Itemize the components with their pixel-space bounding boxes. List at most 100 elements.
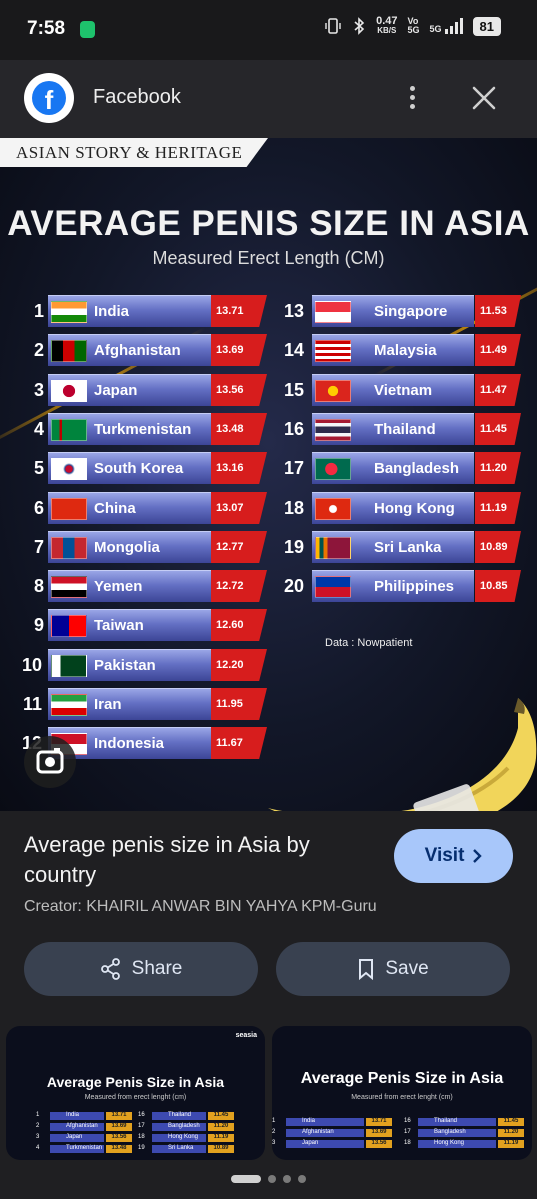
thumb-value: 13.71 <box>106 1112 132 1120</box>
chart-bar: Mongolia <box>48 531 211 563</box>
bluetooth-icon <box>354 17 365 35</box>
thumb-rank: 18 <box>404 1140 411 1146</box>
chart-category-label: Malaysia <box>374 342 437 359</box>
chart-bar: Malaysia <box>312 334 474 366</box>
chart-bar: Iran <box>48 688 211 720</box>
thumb-country: Bangladesh <box>418 1129 496 1137</box>
chart-category-label: Iran <box>94 696 122 713</box>
more-options-icon[interactable] <box>402 82 422 116</box>
chart-category-label: Turkmenistan <box>94 421 192 438</box>
country-flag <box>315 301 351 323</box>
thumb-country: Japan <box>286 1140 364 1148</box>
chart-value-label: 11.45 <box>475 413 521 445</box>
country-flag <box>51 655 87 677</box>
thumb-subtitle: Measured from erect lenght (cm) <box>84 1094 187 1101</box>
chart-subtitle: Measured Erect Length (CM) <box>152 248 385 268</box>
google-lens-button[interactable] <box>24 736 76 788</box>
chart-value-label: 11.95 <box>211 688 267 720</box>
chart-category-label: Afghanistan <box>94 342 181 359</box>
result-title[interactable]: Average penis size in Asia by country <box>24 830 384 890</box>
thumb-rank: 16 <box>404 1118 411 1124</box>
chart-category-label: Taiwan <box>94 617 144 634</box>
close-icon[interactable] <box>470 84 498 112</box>
thumb-value: 10.89 <box>208 1145 234 1153</box>
chart-category-label: Yemen <box>94 578 143 595</box>
thumb-value: 13.71 <box>366 1118 392 1126</box>
chart-category-label: Vietnam <box>374 382 433 399</box>
thumb-rank: 19 <box>138 1145 145 1151</box>
thumb-row: 1 India 13.71 <box>272 1118 396 1126</box>
chart-category-label: India <box>94 303 130 320</box>
thumb-logo: seasia <box>235 1032 257 1039</box>
thumb-row: 16 Thailand 11.45 <box>404 1118 528 1126</box>
page-dot <box>283 1175 291 1183</box>
country-flag <box>51 537 87 559</box>
chart-category-label: China <box>94 500 136 517</box>
result-image[interactable]: ASIAN STORY & HERITAGE AVERAGE PENIS SIZ… <box>0 138 537 811</box>
chart-bar: Pakistan <box>48 649 211 681</box>
chart-bar: Singapore <box>312 295 474 327</box>
chart-category-label: Japan <box>94 382 138 399</box>
chart-rank-label: 1 <box>33 301 44 321</box>
thumb-rank: 2 <box>272 1129 276 1135</box>
lens-icon <box>36 748 64 774</box>
chart-category-label: Indonesia <box>94 735 165 752</box>
chart-rank-label: 17 <box>283 458 304 478</box>
thumb-value: 11.20 <box>498 1129 524 1137</box>
chart-rank-label: 5 <box>33 458 44 478</box>
save-label: Save <box>385 958 429 979</box>
speed-value: 0.47 <box>376 15 398 27</box>
thumb-value: 13.56 <box>366 1140 392 1148</box>
country-flag <box>315 498 351 520</box>
status-icons: 0.47 KB/S Vo 5G 5G 81 <box>324 16 501 36</box>
country-flag <box>315 576 351 598</box>
thumb-country: Sri Lanka <box>152 1145 206 1153</box>
network-type: 5G <box>429 24 442 34</box>
thumb-country: Afghanistan <box>286 1129 364 1137</box>
country-flag <box>315 537 351 559</box>
chart-value-label: 12.72 <box>211 570 267 602</box>
save-button[interactable]: Save <box>276 942 510 996</box>
chart-category-label: South Korea <box>94 460 184 477</box>
chart-value-label: 13.48 <box>211 413 267 445</box>
chart-bar: Philippines <box>312 570 474 602</box>
thumb-country: Afghanistan <box>50 1123 104 1131</box>
thumb-value: 11.45 <box>498 1118 524 1126</box>
chart-title: AVERAGE PENIS SIZE IN ASIA <box>7 204 530 243</box>
chart-rank-label: 6 <box>33 498 44 518</box>
thumb-value: 11.19 <box>498 1140 524 1148</box>
visit-button[interactable]: Visit <box>394 829 513 883</box>
chart-rank-label: 7 <box>33 537 44 557</box>
status-bar: 7:58 0.47 KB/S Vo 5G 5G 81 <box>0 0 537 60</box>
thumb-value: 13.69 <box>366 1129 392 1137</box>
battery-level: 81 <box>472 16 501 36</box>
thumb-country: Thailand <box>152 1112 206 1120</box>
share-icon <box>100 958 120 980</box>
chart-rank-label: 2 <box>33 340 44 360</box>
chart-bar: Hong Kong <box>312 492 474 524</box>
thumb-value: 11.45 <box>208 1112 234 1120</box>
chart-rank-label: 11 <box>22 694 42 714</box>
thumb-country: Hong Kong <box>152 1134 206 1142</box>
brand-banner: ASIAN STORY & HERITAGE <box>0 138 268 167</box>
chart-value-label: 12.20 <box>211 649 267 681</box>
chart-value-label: 13.56 <box>211 374 267 406</box>
thumb-country: Japan <box>50 1134 104 1142</box>
thumb-country: India <box>286 1118 364 1126</box>
thumb-rank: 4 <box>36 1145 40 1151</box>
page-dot <box>268 1175 276 1183</box>
country-flag <box>51 576 87 598</box>
page-dot <box>298 1175 306 1183</box>
thumb-row: 4 Turkmenistan 13.48 <box>36 1145 136 1153</box>
country-flag <box>315 458 351 480</box>
network-speed: 0.47 KB/S <box>376 16 397 36</box>
chart-bar: Taiwan <box>48 609 211 641</box>
chart-value-label: 13.16 <box>211 452 267 484</box>
chart-rank-label: 20 <box>283 576 304 596</box>
thumb-title: Average Penis Size in Asia <box>46 1074 225 1090</box>
related-image-1[interactable]: seasia Average Penis Size in Asia Measur… <box>6 1026 265 1160</box>
related-image-2[interactable]: Average Penis Size in Asia Measured from… <box>272 1026 532 1160</box>
chart-bar: Japan <box>48 374 211 406</box>
thumb-row: 18 Hong Kong 11.19 <box>138 1134 238 1142</box>
share-button[interactable]: Share <box>24 942 258 996</box>
